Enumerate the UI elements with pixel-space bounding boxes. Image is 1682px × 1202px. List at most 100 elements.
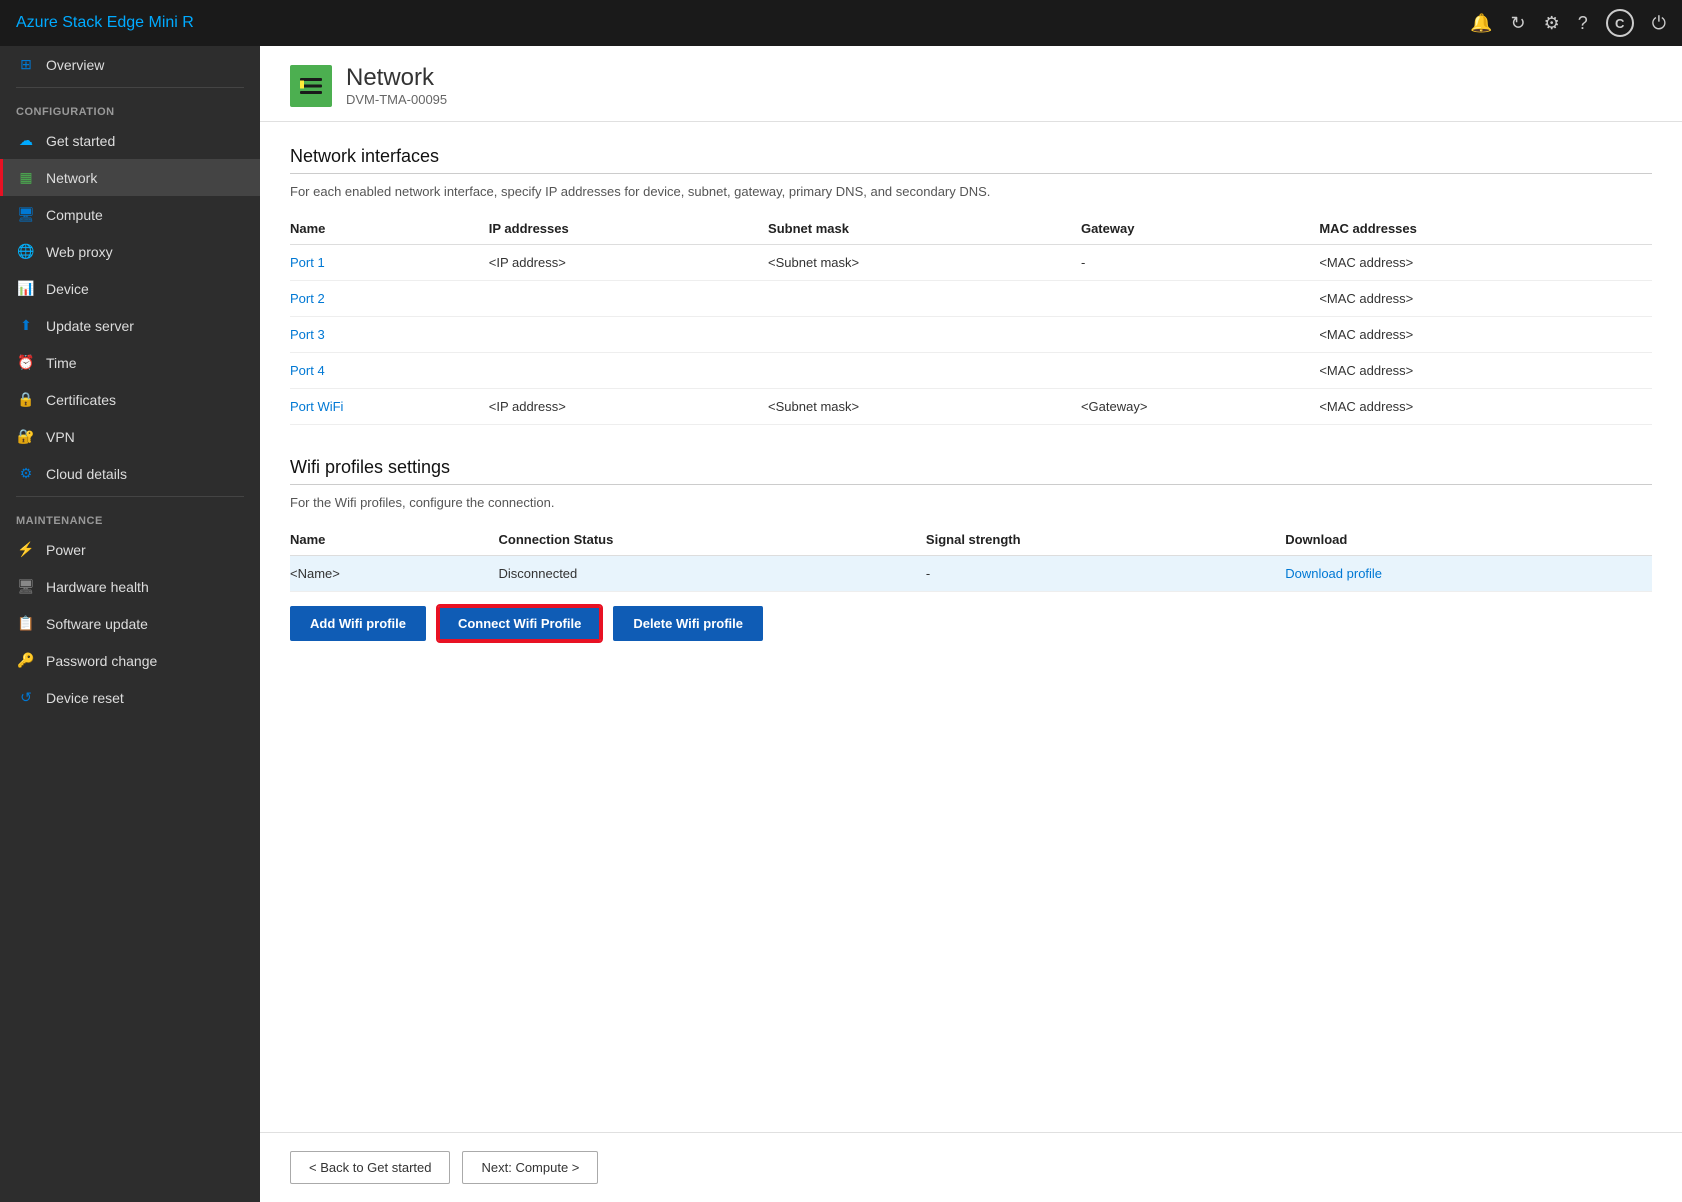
next-button[interactable]: Next: Compute >	[462, 1151, 598, 1184]
refresh-icon[interactable]: ↻	[1511, 14, 1526, 32]
sidebar-item-compute[interactable]: 🖥 Compute	[0, 196, 260, 233]
table-row: Port 4 <MAC address>	[290, 353, 1652, 389]
back-button[interactable]: < Back to Get started	[290, 1151, 450, 1184]
content-body: Network interfaces For each enabled netw…	[260, 122, 1682, 1132]
help-icon[interactable]: ?	[1578, 14, 1588, 32]
port2-link[interactable]: Port 2	[290, 291, 325, 306]
power-icon[interactable]: ⏻	[1652, 14, 1666, 32]
network-interfaces-title: Network interfaces	[290, 146, 1652, 167]
port2-mac: <MAC address>	[1319, 281, 1652, 317]
hardware-health-icon: 🖥	[16, 578, 36, 595]
wifi-profiles-section: Wifi profiles settings For the Wifi prof…	[290, 457, 1652, 641]
page-subtitle: DVM-TMA-00095	[346, 92, 447, 107]
port3-link[interactable]: Port 3	[290, 327, 325, 342]
port2-gateway	[1081, 281, 1319, 317]
port-wifi-ip: <IP address>	[489, 389, 768, 425]
port-wifi-link[interactable]: Port WiFi	[290, 399, 343, 414]
sidebar-item-certificates[interactable]: 🔒 Certificates	[0, 381, 260, 418]
sidebar-item-software-update[interactable]: 📋 Software update	[0, 605, 260, 642]
sidebar-item-vpn[interactable]: 🔐 VPN	[0, 418, 260, 455]
certificates-icon: 🔒	[16, 391, 36, 408]
col-name: Name	[290, 213, 489, 245]
port4-subnet	[768, 353, 1081, 389]
sidebar-item-device[interactable]: 📊 Device	[0, 270, 260, 307]
sidebar-item-password-change[interactable]: 🔑 Password change	[0, 642, 260, 679]
time-icon: ⏰	[16, 354, 36, 371]
cloud-details-icon: ⚙	[16, 465, 36, 482]
port4-link[interactable]: Port 4	[290, 363, 325, 378]
topbar-icons: 🔔 ↻ ⚙ ? C ⏻	[1470, 9, 1666, 37]
page-header-text: Network DVM-TMA-00095	[346, 64, 447, 107]
wifi-table-header-row: Name Connection Status Signal strength D…	[290, 524, 1652, 556]
sidebar-item-time[interactable]: ⏰ Time	[0, 344, 260, 381]
update-server-icon: ⬆	[16, 317, 36, 334]
sidebar-item-power[interactable]: ⚡ Power	[0, 531, 260, 568]
col-ip: IP addresses	[489, 213, 768, 245]
sidebar-item-overview[interactable]: ⊞ Overview	[0, 46, 260, 83]
power-sidebar-icon: ⚡	[16, 541, 36, 558]
sidebar: ⊞ Overview CONFIGURATION ☁ Get started ▦…	[0, 46, 260, 1202]
port3-mac: <MAC address>	[1319, 317, 1652, 353]
port1-link[interactable]: Port 1	[290, 255, 325, 270]
network-interfaces-section: Network interfaces For each enabled netw…	[290, 146, 1652, 425]
wifi-buttons-row: Add Wifi profile Connect Wifi Profile De…	[290, 606, 1652, 641]
settings-icon[interactable]: ⚙	[1544, 14, 1560, 32]
table-row: Port 3 <MAC address>	[290, 317, 1652, 353]
sidebar-item-certificates-label: Certificates	[46, 392, 116, 408]
password-change-icon: 🔑	[16, 652, 36, 669]
sidebar-item-cloud-details[interactable]: ⚙ Cloud details	[0, 455, 260, 492]
copyright-icon[interactable]: C	[1606, 9, 1634, 37]
sidebar-item-software-update-label: Software update	[46, 616, 148, 632]
wifi-profiles-title: Wifi profiles settings	[290, 457, 1652, 478]
app-title: Azure Stack Edge Mini R	[16, 14, 1470, 32]
sidebar-divider-maintenance	[16, 496, 244, 497]
sidebar-item-device-reset-label: Device reset	[46, 690, 124, 706]
col-gateway: Gateway	[1081, 213, 1319, 245]
wifi-row-signal: -	[926, 556, 1285, 592]
port4-ip	[489, 353, 768, 389]
sidebar-maintenance-section: MAINTENANCE	[0, 501, 260, 531]
wifi-col-name: Name	[290, 524, 499, 556]
sidebar-item-network[interactable]: ▦ Network	[0, 159, 260, 196]
sidebar-item-get-started[interactable]: ☁ Get started	[0, 122, 260, 159]
sidebar-item-time-label: Time	[46, 355, 77, 371]
bell-icon[interactable]: 🔔	[1470, 14, 1492, 32]
wifi-col-download: Download	[1285, 524, 1652, 556]
table-row: Port 1 <IP address> <Subnet mask> - <MAC…	[290, 245, 1652, 281]
network-interfaces-table: Name IP addresses Subnet mask Gateway MA…	[290, 213, 1652, 425]
port4-mac: <MAC address>	[1319, 353, 1652, 389]
sidebar-item-overview-label: Overview	[46, 57, 104, 73]
sidebar-item-get-started-label: Get started	[46, 133, 115, 149]
main-layout: ⊞ Overview CONFIGURATION ☁ Get started ▦…	[0, 46, 1682, 1202]
port2-subnet	[768, 281, 1081, 317]
sidebar-item-compute-label: Compute	[46, 207, 103, 223]
port4-gateway	[1081, 353, 1319, 389]
network-interfaces-divider	[290, 173, 1652, 174]
page-header-icon	[290, 65, 332, 107]
sidebar-item-web-proxy[interactable]: 🌐 Web proxy	[0, 233, 260, 270]
table-row: Port 2 <MAC address>	[290, 281, 1652, 317]
overview-icon: ⊞	[16, 56, 36, 73]
table-row: Port WiFi <IP address> <Subnet mask> <Ga…	[290, 389, 1652, 425]
port1-mac: <MAC address>	[1319, 245, 1652, 281]
wifi-profiles-table: Name Connection Status Signal strength D…	[290, 524, 1652, 592]
main-content: Network DVM-TMA-00095 Network interfaces…	[260, 46, 1682, 1202]
sidebar-item-network-label: Network	[46, 170, 97, 186]
port3-subnet	[768, 317, 1081, 353]
port-wifi-mac: <MAC address>	[1319, 389, 1652, 425]
web-proxy-icon: 🌐	[16, 243, 36, 260]
download-profile-link[interactable]: Download profile	[1285, 566, 1382, 581]
port1-subnet: <Subnet mask>	[768, 245, 1081, 281]
port-wifi-subnet: <Subnet mask>	[768, 389, 1081, 425]
connect-wifi-profile-button[interactable]: Connect Wifi Profile	[438, 606, 601, 641]
col-subnet: Subnet mask	[768, 213, 1081, 245]
sidebar-item-hardware-health[interactable]: 🖥 Hardware health	[0, 568, 260, 605]
delete-wifi-profile-button[interactable]: Delete Wifi profile	[613, 606, 763, 641]
vpn-icon: 🔐	[16, 428, 36, 445]
sidebar-item-device-reset[interactable]: ↺ Device reset	[0, 679, 260, 716]
sidebar-item-update-server-label: Update server	[46, 318, 134, 334]
wifi-col-status: Connection Status	[499, 524, 926, 556]
sidebar-item-update-server[interactable]: ⬆ Update server	[0, 307, 260, 344]
network-interfaces-desc: For each enabled network interface, spec…	[290, 184, 1652, 199]
add-wifi-profile-button[interactable]: Add Wifi profile	[290, 606, 426, 641]
